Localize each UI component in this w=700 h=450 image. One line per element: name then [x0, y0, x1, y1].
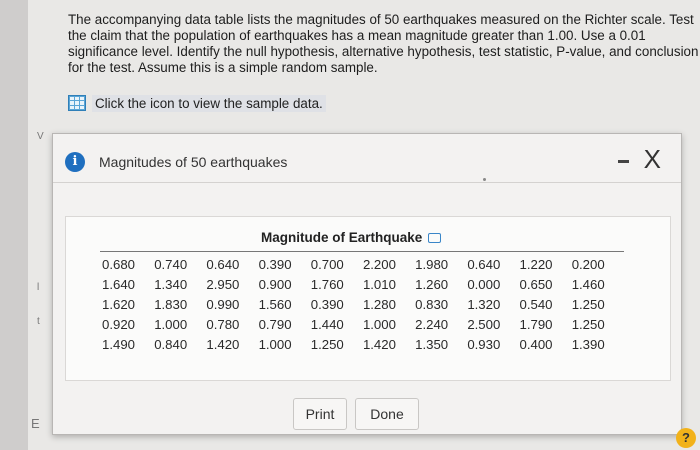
- table-cell: 1.490: [102, 337, 136, 353]
- table-cell: 0.390: [258, 256, 292, 272]
- table-row: 0.920 1.000 0.780 0.790 1.440 1.000 2.240 2.500…: [102, 315, 624, 335]
- question-line: The accompanying data table lists the ma…: [68, 12, 694, 27]
- sample-data-link-label[interactable]: Click the icon to view the sample data.: [92, 94, 326, 112]
- table-cell: 1.010: [362, 276, 396, 292]
- table-cell: 1.220: [519, 256, 553, 272]
- table-cell: 2.950: [206, 276, 240, 292]
- table-cell: 1.350: [415, 337, 449, 353]
- question-line: the claim that the population of earthqu…: [68, 28, 646, 43]
- sample-data-dialog: i Magnitudes of 50 earthquakes X Magnitu…: [52, 133, 682, 435]
- table-cell: 0.000: [467, 276, 501, 292]
- table-cell: 1.460: [571, 276, 605, 292]
- table-cell: 1.000: [362, 317, 396, 333]
- table-cell: 1.830: [154, 296, 188, 312]
- sample-data-link[interactable]: Click the icon to view the sample data.: [68, 92, 326, 114]
- table-cell: 1.640: [102, 276, 136, 292]
- cursor-dot: [483, 178, 486, 181]
- table-cell: 1.420: [206, 337, 240, 353]
- table-cell: 2.240: [415, 317, 449, 333]
- table-cell: 0.990: [206, 296, 240, 312]
- table-heading-label: Magnitude of Earthquake: [261, 230, 423, 245]
- table-cell: 1.420: [362, 337, 396, 353]
- table-cell: 1.340: [154, 276, 188, 292]
- table-cell: 0.830: [415, 296, 449, 312]
- edge-letter: E: [31, 416, 40, 431]
- table-cell: 0.700: [310, 256, 344, 272]
- table-cell: 1.560: [258, 296, 292, 312]
- table-cell: 1.000: [154, 317, 188, 333]
- data-table-panel: Magnitude of Earthquake 0.680 0.740 0.640 0…: [65, 216, 671, 381]
- table-cell: 0.390: [310, 296, 344, 312]
- magnitude-table: 0.680 0.740 0.640 0.390 0.700 2.200 1.980 0.640…: [102, 254, 624, 355]
- grid-table-icon[interactable]: [68, 95, 86, 111]
- table-cell: 1.390: [571, 337, 605, 353]
- edge-letter: V: [37, 131, 44, 142]
- dialog-header: i Magnitudes of 50 earthquakes X: [53, 134, 681, 183]
- table-cell: 0.920: [102, 317, 136, 333]
- table-cell: 1.000: [258, 337, 292, 353]
- table-cell: 0.640: [467, 256, 501, 272]
- table-cell: 1.760: [310, 276, 344, 292]
- minimize-icon[interactable]: [618, 160, 629, 163]
- copy-data-icon[interactable]: [428, 232, 442, 243]
- edge-letter: l: [37, 282, 40, 293]
- table-row: 1.620 1.830 0.990 1.560 0.390 1.280 0.830 1.320…: [102, 294, 624, 314]
- dialog-title: Magnitudes of 50 earthquakes: [99, 154, 288, 170]
- close-icon[interactable]: X: [644, 146, 661, 172]
- table-cell: 0.930: [467, 337, 501, 353]
- done-button[interactable]: Done: [355, 398, 419, 430]
- table-cell: 0.200: [571, 256, 605, 272]
- table-row: 1.490 0.840 1.420 1.000 1.250 1.420 1.350 0.930…: [102, 335, 624, 355]
- table-cell: 1.980: [415, 256, 449, 272]
- table-cell: 0.640: [206, 256, 240, 272]
- info-icon: i: [65, 152, 85, 172]
- table-cell: 0.740: [154, 256, 188, 272]
- table-cell: 1.250: [571, 317, 605, 333]
- table-cell: 1.440: [310, 317, 344, 333]
- edge-letter: t: [37, 316, 40, 327]
- table-cell: 1.250: [571, 296, 605, 312]
- table-cell: 0.400: [519, 337, 553, 353]
- table-cell: 1.620: [102, 296, 136, 312]
- print-button[interactable]: Print: [293, 398, 347, 430]
- table-cell: 1.320: [467, 296, 501, 312]
- question-line: for the test. Assume this is a simple ra…: [68, 60, 378, 75]
- table-cell: 2.200: [362, 256, 396, 272]
- table-row: 1.640 1.340 2.950 0.900 1.760 1.010 1.260 0.000…: [102, 274, 624, 294]
- question-line: significance level. Identify the null hy…: [68, 44, 699, 59]
- table-cell: 0.780: [206, 317, 240, 333]
- table-divider: [100, 251, 624, 252]
- table-cell: 0.900: [258, 276, 292, 292]
- table-cell: 1.260: [415, 276, 449, 292]
- table-cell: 0.540: [519, 296, 553, 312]
- table-cell: 1.280: [362, 296, 396, 312]
- table-row: 0.680 0.740 0.640 0.390 0.700 2.200 1.980 0.640…: [102, 254, 624, 274]
- table-cell: 2.500: [467, 317, 501, 333]
- help-icon[interactable]: ?: [676, 428, 696, 448]
- question-text: The accompanying data table lists the ma…: [68, 12, 700, 76]
- table-cell: 1.250: [310, 337, 344, 353]
- table-cell: 1.790: [519, 317, 553, 333]
- table-heading: Magnitude of Earthquake: [261, 230, 442, 245]
- table-cell: 0.790: [258, 317, 292, 333]
- table-cell: 0.680: [102, 256, 136, 272]
- table-cell: 0.840: [154, 337, 188, 353]
- table-cell: 0.650: [519, 276, 553, 292]
